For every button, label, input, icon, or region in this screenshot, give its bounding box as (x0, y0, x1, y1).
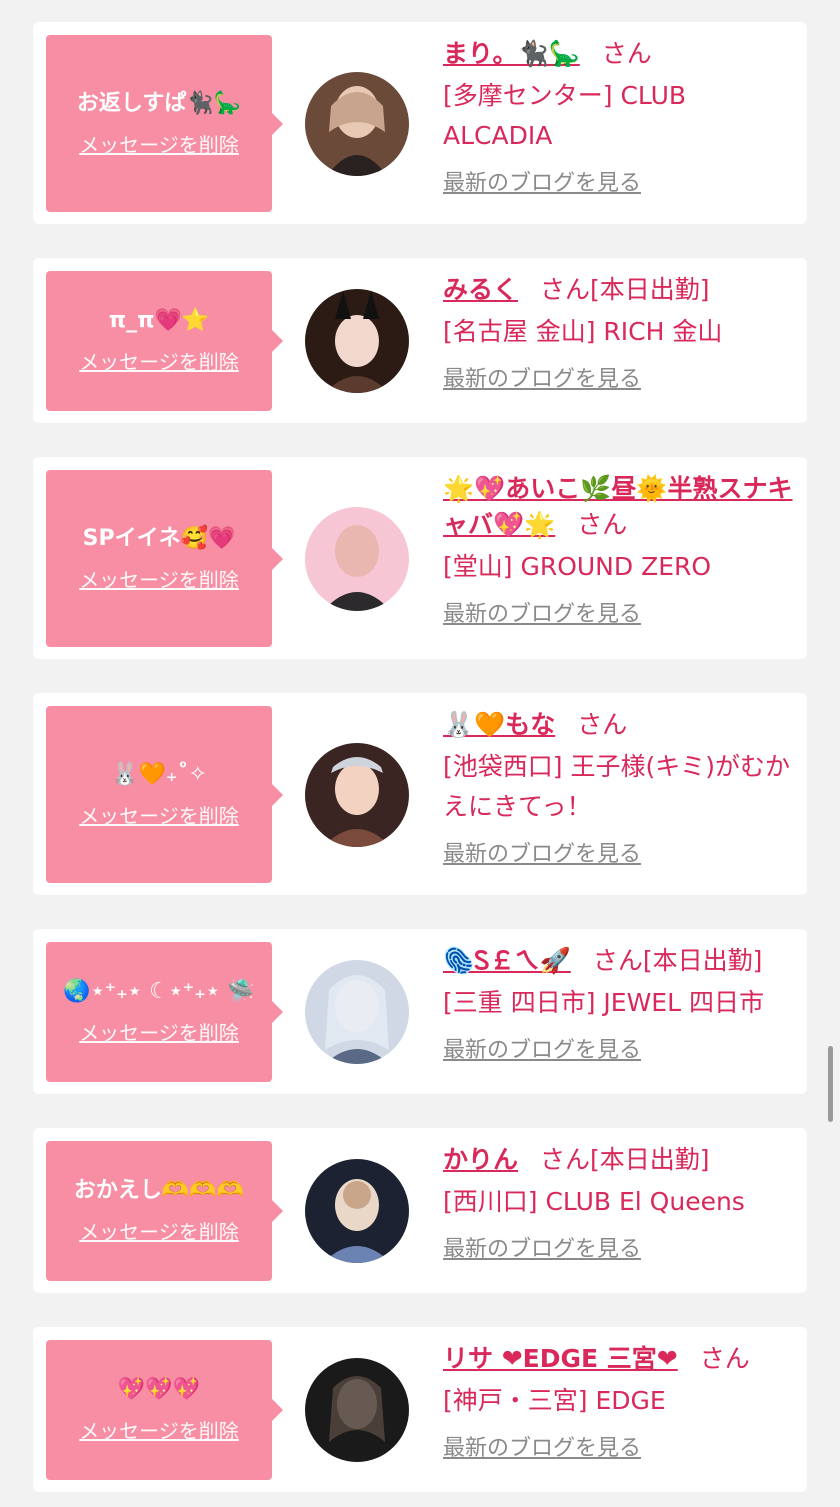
avatar-image (305, 72, 409, 176)
cast-info: みるく さん[本日出勤] [名古屋 金山] RICH 金山 最新のブログを見る (443, 272, 793, 396)
cast-name-line: まり。🐈‍⬛🦕 さん (443, 36, 793, 72)
message-bubble: 🐰🧡₊˚✧ メッセージを削除 (46, 706, 283, 883)
message-text: 🌏⋆⁺₊⋆ ☾⋆⁺₊⋆ 🛸 (63, 979, 255, 1004)
avatar[interactable] (305, 960, 409, 1064)
cast-name-link[interactable]: みるく (443, 275, 518, 304)
latest-blog-link[interactable]: 最新のブログを見る (443, 168, 641, 200)
message-bubble: 💖💖💖 メッセージを削除 (46, 1340, 283, 1480)
avatar-image (305, 960, 409, 1064)
cast-name-link[interactable]: かりん (443, 1145, 518, 1174)
shop-name: [三重 四日市] JEWEL 四日市 (443, 988, 764, 1017)
cast-name-link[interactable]: リサ ❤EDGE 三宮❤ (443, 1344, 678, 1373)
avatar[interactable] (305, 1159, 409, 1263)
cast-name-line: 🫆Ꮪ￡ㄟ🚀 さん[本日出勤] (443, 943, 793, 979)
avatar-image (305, 1358, 409, 1462)
delete-message-link[interactable]: メッセージを削除 (79, 1417, 239, 1445)
delete-message-link[interactable]: メッセージを削除 (79, 1019, 239, 1047)
cast-name-line: かりん さん[本日出勤] (443, 1142, 793, 1178)
message-text: π_π💗⭐ (108, 308, 210, 333)
message-bubble: SPイイネ🥰💗 メッセージを削除 (46, 470, 283, 647)
message-text: 🐰🧡₊˚✧ (111, 761, 207, 787)
honorific: さん (540, 275, 591, 304)
avatar[interactable] (305, 507, 409, 611)
cast-info: リサ ❤EDGE 三宮❤ さん [神戸・三宮] EDGE 最新のブログを見る (443, 1341, 793, 1465)
shop-name: [神戸・三宮] EDGE (443, 1386, 666, 1415)
delete-message-link[interactable]: メッセージを削除 (79, 802, 239, 830)
shop-name: [池袋西口] 王子様(キミ)がむかえにきてっ！ (443, 752, 790, 821)
message-text: 💖💖💖 (117, 1377, 201, 1402)
message-card: SPイイネ🥰💗 メッセージを削除 🌟💖あいこ🌿昼🌞半熟スナキャバ💖🌟 さん [堂山… (33, 457, 807, 659)
latest-blog-link[interactable]: 最新のブログを見る (443, 1035, 641, 1067)
delete-message-link[interactable]: メッセージを削除 (79, 1218, 239, 1246)
message-text: おかえし🫶🫶🫶 (73, 1178, 245, 1203)
avatar-image (305, 1159, 409, 1263)
avatar[interactable] (305, 1358, 409, 1462)
avatar-image (305, 743, 409, 847)
latest-blog-link[interactable]: 最新のブログを見る (443, 839, 641, 871)
cast-info: まり。🐈‍⬛🦕 さん [多摩センター] CLUB ALCADIA 最新のブログを見… (443, 36, 793, 200)
cast-name-link[interactable]: まり。🐈‍⬛🦕 (443, 39, 580, 68)
honorific: さん (699, 1344, 750, 1373)
cast-info: 🐰🧡もな さん [池袋西口] 王子様(キミ)がむかえにきてっ！ 最新のブログを見る (443, 707, 793, 871)
message-text: お返しすぱ🐈‍⬛🦕 (76, 90, 242, 116)
avatar-image (305, 507, 409, 611)
cast-name-line: 🐰🧡もな さん (443, 707, 793, 743)
honorific: さん (577, 710, 628, 739)
honorific: さん (540, 1145, 591, 1174)
latest-blog-link[interactable]: 最新のブログを見る (443, 1433, 641, 1465)
shop-name: [名古屋 金山] RICH 金山 (443, 317, 723, 346)
avatar[interactable] (305, 743, 409, 847)
message-card: お返しすぱ🐈‍⬛🦕 メッセージを削除 まり。🐈‍⬛🦕 さん [多摩センター] CL… (33, 22, 807, 224)
latest-blog-link[interactable]: 最新のブログを見る (443, 1234, 641, 1266)
cast-name-line: リサ ❤EDGE 三宮❤ さん (443, 1341, 793, 1377)
attendance-badge: [本日出勤] (590, 1145, 710, 1174)
avatar[interactable] (305, 72, 409, 176)
cast-name-line: みるく さん[本日出勤] (443, 272, 793, 308)
cast-info: 🫆Ꮪ￡ㄟ🚀 さん[本日出勤] [三重 四日市] JEWEL 四日市 最新のブログを… (443, 943, 793, 1067)
delete-message-link[interactable]: メッセージを削除 (79, 131, 239, 159)
message-bubble: お返しすぱ🐈‍⬛🦕 メッセージを削除 (46, 35, 283, 212)
cast-info: かりん さん[本日出勤] [西川口] CLUB El Queens 最新のブログを… (443, 1142, 793, 1266)
latest-blog-link[interactable]: 最新のブログを見る (443, 364, 641, 396)
honorific: さん (577, 510, 628, 539)
message-card: 🐰🧡₊˚✧ メッセージを削除 🐰🧡もな さん [池袋西口] 王子様(キミ)がむかえ… (33, 693, 807, 895)
message-card: π_π💗⭐ メッセージを削除 みるく さん[本日出勤] [名古屋 金山] RICH… (33, 258, 807, 423)
message-bubble: 🌏⋆⁺₊⋆ ☾⋆⁺₊⋆ 🛸 メッセージを削除 (46, 942, 283, 1082)
message-card: おかえし🫶🫶🫶 メッセージを削除 かりん さん[本日出勤] [西川口] CLUB … (33, 1128, 807, 1293)
shop-name: [多摩センター] CLUB ALCADIA (443, 81, 687, 150)
cast-name-link[interactable]: 🫆Ꮪ￡ㄟ🚀 (443, 946, 571, 975)
message-card: 💖💖💖 メッセージを削除 リサ ❤EDGE 三宮❤ さん [神戸・三宮] EDGE… (33, 1327, 807, 1492)
honorific: さん (601, 39, 652, 68)
message-card: 🌏⋆⁺₊⋆ ☾⋆⁺₊⋆ 🛸 メッセージを削除 🫆Ꮪ￡ㄟ🚀 さん[本日出勤] [三重… (33, 929, 807, 1094)
message-text: SPイイネ🥰💗 (82, 525, 236, 551)
attendance-badge: [本日出勤] (642, 946, 763, 975)
cast-name-link[interactable]: 🐰🧡もな (443, 710, 555, 739)
delete-message-link[interactable]: メッセージを削除 (79, 348, 239, 376)
shop-name: [西川口] CLUB El Queens (443, 1187, 745, 1216)
delete-message-link[interactable]: メッセージを削除 (79, 566, 239, 594)
latest-blog-link[interactable]: 最新のブログを見る (443, 599, 641, 631)
shop-name: [堂山] GROUND ZERO (443, 552, 712, 581)
message-bubble: π_π💗⭐ メッセージを削除 (46, 271, 283, 411)
avatar[interactable] (305, 289, 409, 393)
avatar-image (305, 289, 409, 393)
honorific: さん (592, 946, 643, 975)
cast-name-line: 🌟💖あいこ🌿昼🌞半熟スナキャバ💖🌟 さん (443, 471, 793, 543)
attendance-badge: [本日出勤] (590, 275, 710, 304)
message-bubble: おかえし🫶🫶🫶 メッセージを削除 (46, 1141, 283, 1281)
scrollbar[interactable] (828, 1046, 833, 1122)
cast-info: 🌟💖あいこ🌿昼🌞半熟スナキャバ💖🌟 さん [堂山] GROUND ZERO 最新の… (443, 471, 793, 631)
